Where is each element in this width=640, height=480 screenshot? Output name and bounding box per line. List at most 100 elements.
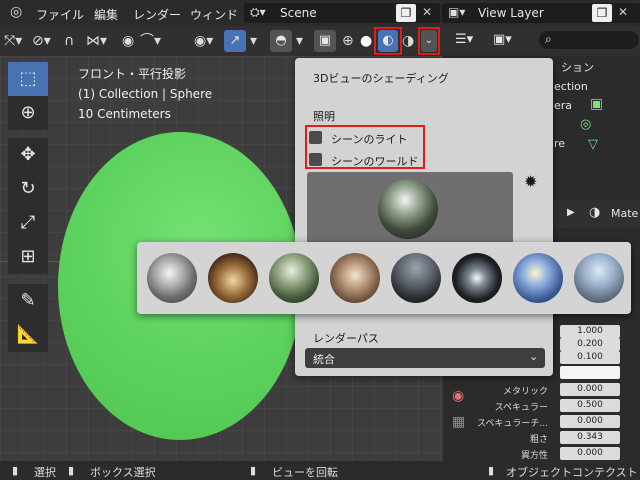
scene-selector[interactable]: ⛭▾ Scene ❐ ✕ xyxy=(244,3,440,23)
snap-increment-icon[interactable]: ⋈▾ xyxy=(86,30,107,52)
pivot-point-icon[interactable]: ⊘▾ xyxy=(32,30,51,52)
overlays-toggle-button[interactable]: ◓ xyxy=(270,30,292,52)
annotate-tool-icon[interactable]: ✎ xyxy=(8,284,48,318)
mesh-data-icon[interactable]: ▽ xyxy=(588,137,598,152)
highlight-scene-options xyxy=(305,125,425,169)
snap-magnet-icon[interactable]: ∩ xyxy=(64,30,74,52)
highlight-shading-dropdown xyxy=(418,27,440,55)
value-field[interactable]: 0.100 xyxy=(560,351,620,364)
solid-shading-icon[interactable]: ● xyxy=(360,30,372,52)
status-object-context: オブジェクトコンテクスト xyxy=(506,466,638,479)
camera-data-icon[interactable]: ▣ xyxy=(590,96,603,112)
view-layer-name: View Layer xyxy=(478,6,544,20)
viewport-header: ⤧▾ ⊘▾ ∩ ⋈▾ ◉ ⌒▾ ◉▾ ↗ ▾ ◓ ▾ ▣ ⊕ ● ◐ ◑ ⌄ xyxy=(0,26,443,56)
hdri-option-7[interactable] xyxy=(513,253,563,303)
hdri-option-6[interactable] xyxy=(452,253,502,303)
material-header-label: Mate xyxy=(611,207,639,220)
material-tab-icon[interactable]: ◉ xyxy=(452,388,464,404)
top-menu-bar: ◎ ファイル 編集 レンダー ウィンド ⛭▾ Scene ❐ ✕ ▣▾ View… xyxy=(0,0,640,26)
view-layer-selector[interactable]: ▣▾ View Layer ❐ ✕ xyxy=(442,3,640,23)
render-pass-label: レンダーパス xyxy=(313,332,379,345)
outliner-item[interactable]: ection xyxy=(553,77,640,96)
status-box-select: ボックス選択 xyxy=(90,466,156,479)
outliner-header: ☰▾ ▣▾ ⌕ xyxy=(443,26,640,56)
hdri-option-2[interactable] xyxy=(208,253,258,303)
proportional-edit-icon[interactable]: ◉ xyxy=(122,30,134,52)
rotate-tool-icon[interactable]: ↻ xyxy=(8,172,48,206)
search-icon: ⌕ xyxy=(545,32,552,46)
close-view-layer-icon[interactable]: ✕ xyxy=(618,5,628,19)
roughness-field[interactable]: 0.343 xyxy=(560,431,620,444)
outliner-item[interactable]: ション xyxy=(553,58,640,77)
hdri-option-8[interactable] xyxy=(574,253,624,303)
select-box-tool-icon[interactable]: ⬚ xyxy=(8,62,48,96)
outliner-search-field[interactable]: ⌕ xyxy=(539,31,639,49)
texture-tab-icon[interactable]: ▦ xyxy=(452,414,465,430)
specular-tint-field[interactable]: 0.000 xyxy=(560,415,620,428)
color-swatch[interactable] xyxy=(560,366,620,379)
menu-render[interactable]: レンダー xyxy=(133,6,181,23)
status-rotate-view: ビューを回転 xyxy=(272,466,338,479)
specular-tint-label: スペキュラーチ... xyxy=(477,419,548,429)
anisotropic-label: 異方性 xyxy=(520,451,548,461)
scene-name: Scene xyxy=(280,6,317,20)
roughness-label: 粗さ xyxy=(529,435,548,445)
world-settings-gear-icon[interactable]: ✹ xyxy=(524,172,537,191)
status-bar: ▮ 選択 ▮ ボックス選択 ▮ ビューを回転 ▮ オブジェクトコンテクスト xyxy=(0,461,640,480)
hdri-option-3[interactable] xyxy=(269,253,319,303)
gizmo-toggle-button[interactable]: ↗ xyxy=(224,30,246,52)
highlight-material-preview xyxy=(374,27,402,55)
chevron-down-icon: ⌄ xyxy=(529,350,539,363)
value-field[interactable]: 0.200 xyxy=(560,338,620,351)
lighting-section-label: 照明 xyxy=(313,110,335,123)
rendered-shading-icon[interactable]: ◑ xyxy=(402,30,414,52)
view-name: フロント・平行投影 xyxy=(78,67,187,81)
hdri-option-1[interactable] xyxy=(147,253,197,303)
context-mouse-icon: ▮ xyxy=(488,464,495,477)
expand-arrow-icon[interactable]: ▶ xyxy=(567,207,575,218)
shading-popover: 3Dビューのシェーディング 照明 シーンのライト シーンのワールド ✹ レンダー… xyxy=(295,58,553,376)
specular-field[interactable]: 0.500 xyxy=(560,399,620,412)
hdri-option-4[interactable] xyxy=(330,253,380,303)
right-mouse-icon: ▮ xyxy=(250,464,257,477)
hdri-preview-ball xyxy=(378,179,438,239)
metallic-label: メタリック xyxy=(502,387,548,397)
visibility-eye-icon[interactable]: ◉▾ xyxy=(194,30,213,52)
move-tool-icon[interactable]: ✥ xyxy=(8,138,48,172)
middle-mouse-icon: ▮ xyxy=(68,464,75,477)
transform-tool-icon[interactable]: ⊞ xyxy=(8,240,48,274)
value-field[interactable]: 1.000 xyxy=(560,325,620,338)
hdri-option-5[interactable] xyxy=(391,253,441,303)
menu-file[interactable]: ファイル xyxy=(36,6,84,23)
display-mode-icon[interactable]: ▣▾ xyxy=(493,32,512,47)
wireframe-shading-icon[interactable]: ⊕ xyxy=(342,30,354,52)
xray-toggle-button[interactable]: ▣ xyxy=(314,30,336,52)
metallic-field[interactable]: 0.000 xyxy=(560,383,620,396)
scene-icon: ⛭▾ xyxy=(250,5,266,19)
viewport-info-overlay: フロント・平行投影 (1) Collection | Sphere 10 Cen… xyxy=(78,64,212,124)
measure-tool-icon[interactable]: 📐 xyxy=(8,318,48,352)
blender-logo-icon[interactable]: ◎ xyxy=(10,4,22,20)
hdri-selector-strip xyxy=(137,242,631,314)
falloff-curve-icon[interactable]: ⌒▾ xyxy=(140,30,161,52)
anisotropic-field[interactable]: 0.000 xyxy=(560,447,620,460)
transform-orientation-icon[interactable]: ⤧▾ xyxy=(4,30,22,52)
close-scene-icon[interactable]: ✕ xyxy=(422,5,432,19)
editor-type-icon[interactable]: ☰▾ xyxy=(455,32,473,47)
scale-tool-icon[interactable]: ⤢ xyxy=(8,206,48,240)
copy-scene-icon[interactable]: ❐ xyxy=(396,4,416,22)
menu-edit[interactable]: 編集 xyxy=(94,6,118,23)
copy-view-layer-icon[interactable]: ❐ xyxy=(592,4,612,22)
hdri-preview[interactable] xyxy=(307,172,513,246)
menu-window[interactable]: ウィンド xyxy=(190,6,238,23)
popover-title: 3Dビューのシェーディング xyxy=(313,72,449,85)
specular-label: スペキュラー xyxy=(494,403,548,413)
light-data-icon[interactable]: ◎ xyxy=(580,117,591,132)
grid-scale-label: 10 Centimeters xyxy=(78,107,171,121)
render-pass-dropdown[interactable]: 統合 ⌄ xyxy=(305,348,545,368)
active-object-label: (1) Collection | Sphere xyxy=(78,87,213,101)
overlays-dropdown-icon[interactable]: ▾ xyxy=(296,30,303,52)
gizmo-dropdown-icon[interactable]: ▾ xyxy=(250,30,257,52)
material-icon: ◑ xyxy=(589,205,601,220)
cursor-tool-icon[interactable]: ⊕ xyxy=(8,96,48,130)
